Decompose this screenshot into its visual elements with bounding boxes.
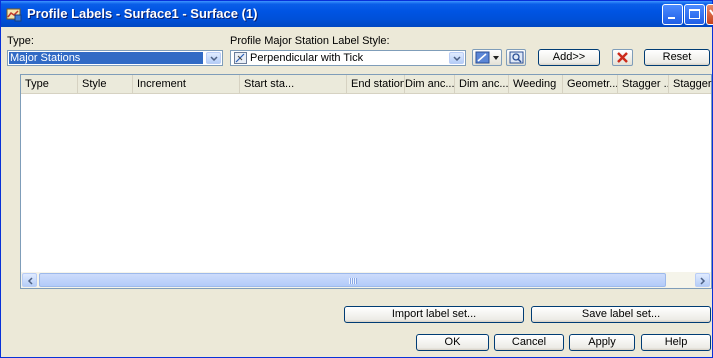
maximize-button[interactable] (684, 4, 705, 25)
column-header-stagger-2[interactable]: Stagger ... (669, 75, 713, 93)
delete-button[interactable] (612, 49, 633, 66)
chevron-down-icon[interactable] (206, 52, 221, 64)
horizontal-scrollbar[interactable] (21, 272, 711, 288)
style-select-value: Perpendicular with Tick (250, 52, 364, 64)
column-header-dim-anchor-2[interactable]: Dim anc... (455, 75, 509, 93)
reset-button[interactable]: Reset (644, 49, 710, 66)
column-header-style[interactable]: Style (78, 75, 133, 93)
type-select[interactable]: Major Stations (7, 50, 223, 66)
style-item-icon (234, 52, 247, 67)
title-bar[interactable]: Profile Labels - Surface1 - Surface (1) (1, 1, 713, 27)
type-select-value: Major Stations (9, 52, 203, 64)
scrollbar-thumb[interactable] (39, 273, 666, 287)
profile-labels-icon (6, 6, 22, 22)
preview-style-button[interactable] (506, 49, 526, 66)
style-select[interactable]: Perpendicular with Tick (230, 50, 466, 66)
close-button[interactable] (706, 4, 713, 25)
scroll-left-button[interactable] (22, 273, 37, 287)
edit-style-button[interactable] (472, 49, 502, 66)
cancel-button[interactable]: Cancel (494, 334, 564, 351)
chevron-down-icon[interactable] (449, 52, 464, 64)
type-label: Type: (7, 35, 34, 47)
minimize-button[interactable] (662, 4, 683, 25)
column-header-geometry[interactable]: Geometr... (563, 75, 618, 93)
column-header-end-station[interactable]: End station (347, 75, 405, 93)
add-button[interactable]: Add>> (538, 49, 600, 66)
profile-labels-dialog: Profile Labels - Surface1 - Surface (1) … (0, 0, 713, 358)
scroll-right-button[interactable] (695, 273, 710, 287)
save-label-set-button[interactable]: Save label set... (531, 306, 711, 323)
column-header-start-station[interactable]: Start sta... (240, 75, 347, 93)
column-header-type[interactable]: Type (21, 75, 78, 93)
labels-table[interactable]: Type Style Increment Start sta... End st… (20, 74, 713, 289)
apply-button[interactable]: Apply (569, 334, 635, 351)
style-label: Profile Major Station Label Style: (230, 35, 390, 47)
ok-button[interactable]: OK (416, 334, 489, 351)
window-title: Profile Labels - Surface1 - Surface (1) (27, 6, 258, 21)
help-button[interactable]: Help (641, 334, 711, 351)
import-label-set-button[interactable]: Import label set... (344, 306, 524, 323)
table-header: Type Style Increment Start sta... End st… (21, 75, 713, 94)
column-header-dim-anchor-1[interactable]: Dim anc... (401, 75, 455, 93)
column-header-stagger-1[interactable]: Stagger ... (618, 75, 669, 93)
column-header-increment[interactable]: Increment (133, 75, 240, 93)
scrollbar-grip (349, 278, 357, 284)
column-header-weeding[interactable]: Weeding (509, 75, 563, 93)
